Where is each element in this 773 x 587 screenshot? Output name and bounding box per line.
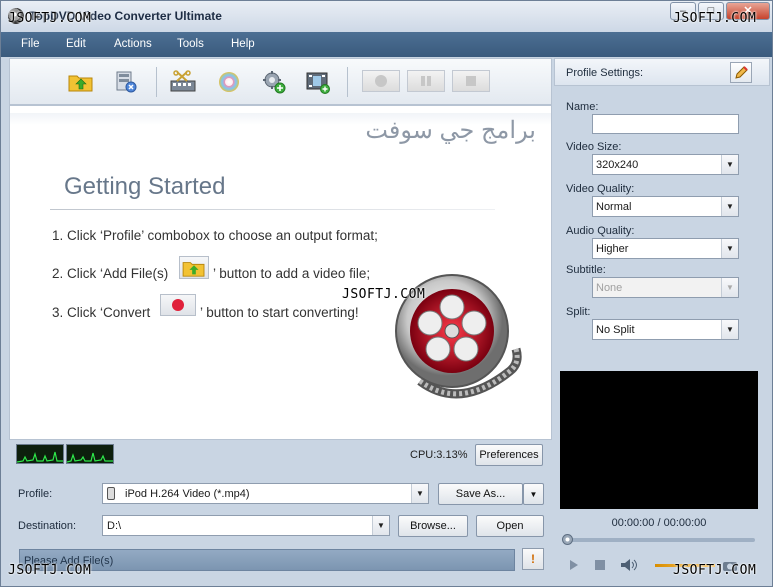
profile-settings-panel: Profile Settings: Name: Video Size: 320x… <box>554 58 770 358</box>
chevron-down-icon[interactable]: ▼ <box>721 197 738 216</box>
subtitle-value: None <box>596 281 623 294</box>
seek-bar[interactable] <box>563 538 755 542</box>
split-label: Split: <box>566 306 591 318</box>
chevron-down-icon[interactable]: ▼ <box>721 155 738 174</box>
toolbar <box>9 58 552 105</box>
profile-combobox[interactable]: iPod H.264 Video (*.mp4) ▼ <box>102 483 429 504</box>
chevron-down-icon[interactable]: ▼ <box>372 516 389 535</box>
step-3: 3. Click ‘Convert <box>52 305 150 320</box>
add-file-hint-icon <box>179 256 209 279</box>
remove-file-icon[interactable] <box>112 69 140 95</box>
watermark-top-left: JSOFTJ.COM <box>8 11 92 26</box>
step-3-text-after: ’ button to start converting! <box>200 305 359 320</box>
video-quality-value: Normal <box>596 200 632 213</box>
chevron-down-icon[interactable]: ▼ <box>411 484 428 503</box>
destination-value: D:\ <box>107 519 122 532</box>
menu-bar: File Edit Actions Tools Help <box>1 32 772 57</box>
step-2-text-before: 2. Click ‘Add File(s) <box>52 266 169 281</box>
chevron-down-icon: ▼ <box>721 278 738 297</box>
stop-icon[interactable] <box>593 557 607 573</box>
menu-edit[interactable]: Edit <box>66 38 86 50</box>
watermark-bottom-right: JSOFTJ.COM <box>673 563 757 578</box>
save-as-dropdown[interactable]: ▼ <box>523 483 544 505</box>
toolbar-separator <box>347 67 348 97</box>
getting-started-title: Getting Started <box>64 173 226 200</box>
audio-quality-label: Audio Quality: <box>566 225 635 237</box>
name-input[interactable] <box>592 114 739 134</box>
audio-meter-left <box>16 444 64 464</box>
cpu-usage: CPU:3.13% <box>410 449 468 461</box>
name-label: Name: <box>566 101 599 113</box>
title-bar: TopDVD Video Converter Ultimate – □ ✕ <box>1 1 772 32</box>
menu-actions[interactable]: Actions <box>114 38 152 50</box>
status-message: Please Add File(s) <box>19 549 515 571</box>
watermark-center: JSOFTJ.COM <box>342 287 426 302</box>
destination-field[interactable]: D:\ ▼ <box>102 515 390 536</box>
split-value: No Split <box>596 323 635 336</box>
convert-hint-icon <box>160 294 196 316</box>
video-size-label: Video Size: <box>566 141 622 153</box>
save-as-button[interactable]: Save As... <box>438 483 523 505</box>
step-2-text-after: ’ button to add a video file; <box>213 266 371 281</box>
video-quality-label: Video Quality: <box>566 183 635 195</box>
menu-file[interactable]: File <box>21 38 40 50</box>
settings-add-icon[interactable] <box>260 69 288 95</box>
task-list-icon[interactable]: ! <box>522 548 544 570</box>
merge-icon[interactable] <box>304 69 332 95</box>
convert-button[interactable] <box>362 70 400 92</box>
watermark-bottom-left: JSOFTJ.COM <box>8 563 92 578</box>
audio-meter-right <box>66 444 114 464</box>
destination-label: Destination: <box>18 520 77 532</box>
stop-button[interactable] <box>452 70 490 92</box>
getting-started-panel: برامج جي سوفت Getting Started 1. Click ‘… <box>9 105 552 440</box>
browse-button[interactable]: Browse... <box>398 515 468 537</box>
menu-tools[interactable]: Tools <box>177 38 204 50</box>
pause-button[interactable] <box>407 70 445 92</box>
seek-handle[interactable] <box>562 534 573 545</box>
playback-time: 00:00:00 / 00:00:00 <box>611 517 707 529</box>
profile-label: Profile: <box>18 488 53 500</box>
subtitle-select: None ▼ <box>592 277 739 298</box>
split-select[interactable]: No Split ▼ <box>592 319 739 340</box>
arabic-banner: برامج جي سوفت <box>365 117 536 144</box>
profile-settings-header: Profile Settings: <box>554 58 770 86</box>
audio-quality-select[interactable]: Higher ▼ <box>592 238 739 259</box>
toolbar-separator <box>156 67 157 97</box>
step-1: 1. Click ‘Profile’ combobox to choose an… <box>52 228 378 243</box>
video-size-value: 320x240 <box>596 158 639 171</box>
add-file-icon[interactable] <box>67 69 95 95</box>
video-size-select[interactable]: 320x240 ▼ <box>592 154 739 175</box>
step-3-text-before: 3. Click ‘Convert <box>52 305 151 320</box>
subtitle-label: Subtitle: <box>566 264 606 276</box>
effect-icon[interactable] <box>215 69 243 95</box>
ipod-icon <box>107 487 115 500</box>
open-button[interactable]: Open <box>476 515 544 537</box>
preferences-button[interactable]: Preferences <box>475 444 543 466</box>
video-preview <box>560 371 758 509</box>
output-panel: CPU:3.13% Preferences Profile: iPod H.26… <box>9 441 552 581</box>
video-quality-select[interactable]: Normal ▼ <box>592 196 739 217</box>
profile-value: iPod H.264 Video (*.mp4) <box>125 487 250 500</box>
profile-settings-title: Profile Settings: <box>566 67 644 79</box>
play-icon[interactable] <box>567 557 581 573</box>
chevron-down-icon[interactable]: ▼ <box>721 239 738 258</box>
chevron-down-icon[interactable]: ▼ <box>721 320 738 339</box>
title-divider <box>50 209 495 210</box>
clip-icon[interactable] <box>169 69 197 95</box>
audio-quality-value: Higher <box>596 242 629 255</box>
volume-icon[interactable] <box>619 557 639 573</box>
edit-profile-icon[interactable] <box>730 62 752 83</box>
watermark-top-right: JSOFTJ.COM <box>673 11 757 26</box>
menu-help[interactable]: Help <box>231 38 255 50</box>
step-2: 2. Click ‘Add File(s) <box>52 266 168 281</box>
